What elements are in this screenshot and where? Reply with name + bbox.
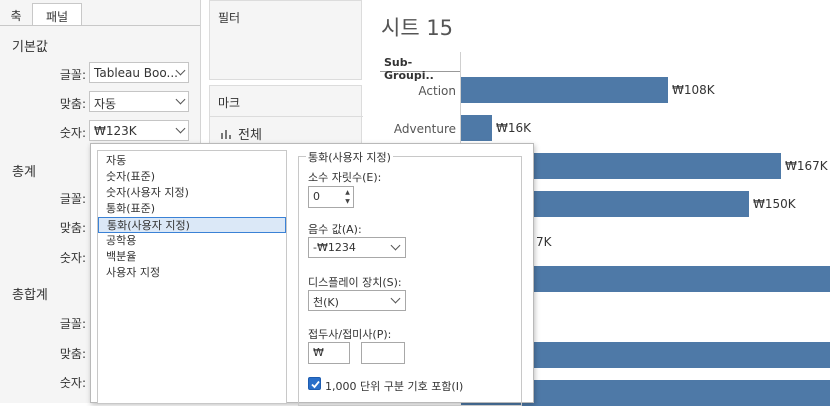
bar-chart-icon — [221, 130, 231, 139]
decimals-label: 소수 자릿수(E): — [308, 171, 382, 184]
tab-divider — [0, 25, 200, 26]
category-label: Action — [418, 84, 456, 98]
filters-shelf[interactable]: 필터 — [209, 0, 362, 80]
format-type-item[interactable]: 공학용 — [98, 233, 286, 249]
negative-values-value: -₩1234 — [313, 241, 356, 254]
grand-totals-font-label: 글꼴: — [59, 317, 86, 331]
negative-values-label: 음수 값(A): — [308, 223, 362, 236]
section-title-grand-totals: 총합계 — [12, 288, 48, 303]
default-align-label: 맞춤: — [59, 97, 86, 111]
default-font-label: 글꼴: — [59, 68, 86, 82]
suffix-input[interactable] — [361, 342, 405, 364]
marks-title: 마크 — [218, 96, 241, 110]
default-number-value: ₩123K — [94, 124, 137, 138]
data-label: 7K — [536, 235, 552, 249]
filters-title: 필터 — [218, 11, 241, 25]
format-type-item[interactable]: 숫자(표준) — [98, 169, 286, 185]
sheet-title: 시트 15 — [381, 16, 454, 40]
display-unit-label: 디스플레이 장치(S): — [308, 276, 402, 289]
default-align-value: 자동 — [94, 97, 117, 111]
negative-values-dropdown[interactable]: -₩1234 — [308, 237, 406, 258]
format-type-item[interactable]: 숫자(사용자 지정) — [98, 185, 286, 201]
format-type-item[interactable]: 자동 — [98, 153, 286, 169]
format-type-item[interactable]: 사용자 지정 — [98, 265, 286, 281]
prefix-suffix-label: 접두사/접미사(P): — [308, 328, 392, 341]
marks-all-row[interactable]: 전체 — [220, 124, 262, 143]
display-unit-dropdown[interactable]: 천(K) — [308, 290, 406, 311]
chevron-down-icon — [390, 240, 401, 251]
format-type-item[interactable]: 백분율 — [98, 249, 286, 265]
section-title-default: 기본값 — [12, 40, 48, 55]
decimals-stepper[interactable]: 0 ▲ ▼ — [308, 186, 354, 208]
thousands-separator-checkbox[interactable] — [308, 377, 321, 390]
grand-totals-number-label: 숫자: — [59, 376, 86, 390]
decimals-value: 0 — [313, 190, 320, 203]
spin-down-icon[interactable]: ▼ — [343, 197, 352, 206]
chevron-down-icon — [175, 123, 186, 134]
display-unit-value: 천(K) — [313, 296, 339, 309]
currency-options-title: 통화(사용자 지정) — [306, 149, 393, 165]
format-type-list[interactable]: 자동 숫자(표준) 숫자(사용자 지정) 통화(표준) 통화(사용자 지정) 공… — [97, 150, 287, 404]
default-font-value: Tableau Boo... — [94, 66, 178, 80]
default-number-dropdown[interactable]: ₩123K — [89, 120, 189, 141]
prefix-input[interactable]: ₩ — [308, 342, 350, 364]
totals-align-label: 맞춤: — [59, 221, 86, 235]
data-label: ₩108K — [672, 83, 715, 97]
thousands-separator-label[interactable]: 1,000 단위 구분 기호 포함(I) — [325, 378, 463, 394]
data-label: ₩16K — [496, 121, 532, 135]
bar[interactable] — [461, 115, 492, 141]
section-title-totals: 총계 — [12, 165, 36, 180]
totals-number-label: 숫자: — [59, 251, 86, 265]
bar[interactable] — [461, 77, 668, 103]
data-label: ₩150K — [753, 197, 796, 211]
data-label: ₩167K — [785, 159, 828, 173]
chevron-down-icon — [390, 293, 401, 304]
totals-font-label: 글꼴: — [59, 192, 86, 206]
marks-divider — [210, 116, 363, 117]
format-type-item-selected[interactable]: 통화(사용자 지정) — [98, 217, 286, 233]
default-font-dropdown[interactable]: Tableau Boo... — [89, 62, 189, 83]
category-label: Adventure — [393, 122, 456, 136]
number-format-popup: 자동 숫자(표준) 숫자(사용자 지정) 통화(표준) 통화(사용자 지정) 공… — [90, 143, 534, 406]
format-type-item[interactable]: 통화(표준) — [98, 201, 286, 217]
grand-totals-align-label: 맞춤: — [59, 347, 86, 361]
tab-pane[interactable]: 패널 — [32, 3, 82, 25]
chevron-down-icon — [175, 94, 186, 105]
default-number-label: 숫자: — [59, 126, 86, 140]
row-header[interactable]: Sub-Groupi.. — [380, 52, 460, 82]
checkmark-icon — [311, 380, 320, 389]
default-align-dropdown[interactable]: 자동 — [89, 91, 189, 112]
tab-axis[interactable]: 축 — [0, 3, 32, 25]
marks-all-label: 전체 — [238, 128, 262, 143]
spin-up-icon[interactable]: ▲ — [343, 188, 352, 197]
